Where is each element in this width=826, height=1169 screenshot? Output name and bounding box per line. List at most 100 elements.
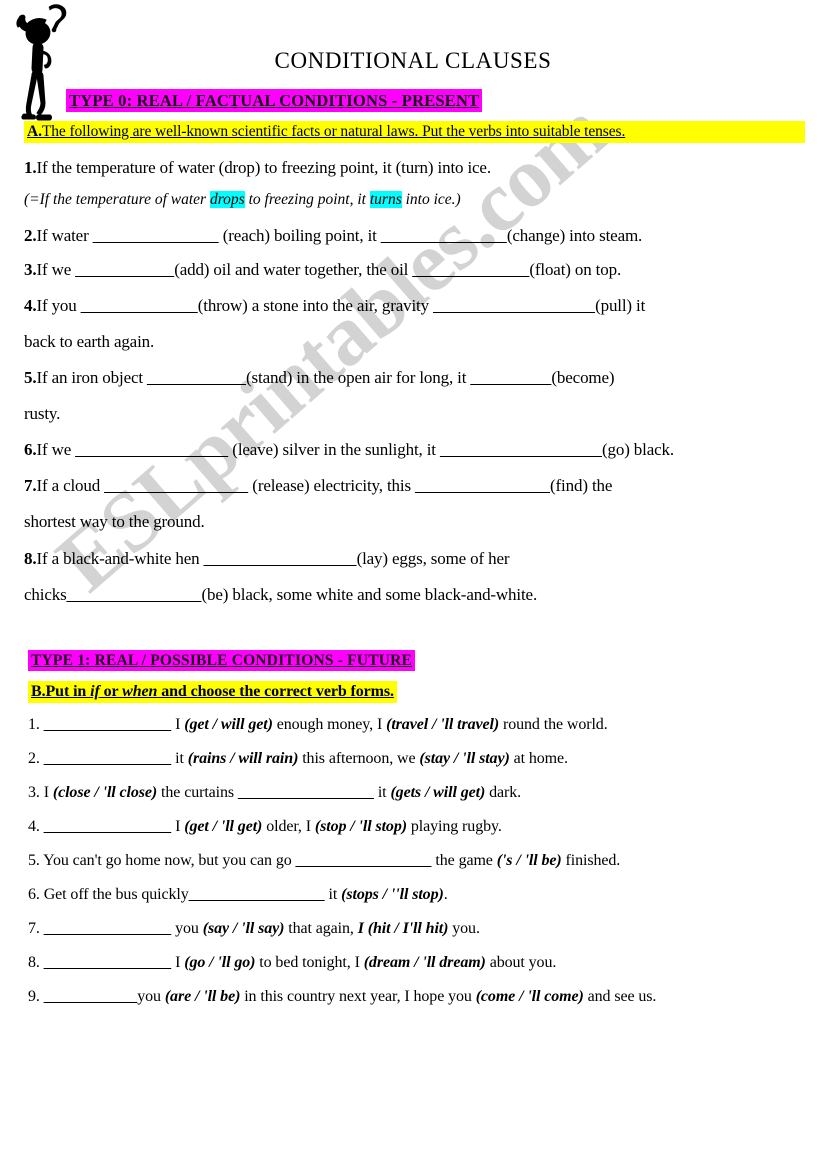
item-b-7-choice-1[interactable]: (say / 'll say) [203, 920, 285, 937]
item-a-5-blank-1[interactable]: ___________ [147, 368, 246, 387]
item-a-2-post: (change) into steam. [506, 226, 643, 245]
section-b-instruction-pre: Put in [45, 683, 91, 700]
item-b-4-blank[interactable]: _______________ [44, 818, 172, 835]
item-a-2-number: 2. [24, 226, 37, 245]
item-b-9: 9. ___________you (are / 'll be) in this… [28, 988, 656, 1006]
item-a-7-blank-1[interactable]: ________________ [104, 476, 248, 495]
item-b-7-blank[interactable]: _______________ [44, 920, 172, 937]
item-a-4-continuation: back to earth again. [24, 332, 155, 351]
item-b-2-post: at home. [509, 750, 568, 767]
section-b-instruction: B.Put in if or when and choose the corre… [28, 681, 397, 703]
item-a-7-blank-2[interactable]: _______________ [415, 476, 550, 495]
item-b-9-choice-2[interactable]: (come / 'll come) [476, 988, 584, 1005]
item-b-9-choice-1[interactable]: (are / 'll be) [165, 988, 241, 1005]
item-b-2-choice-2[interactable]: (stay / 'll stay) [419, 750, 509, 767]
item-b-1-mid: enough money, I [272, 716, 387, 733]
item-b-3-mid-2: it [373, 784, 391, 801]
item-b-5-mid-2: the game [431, 852, 497, 869]
item-b-1-choice-2[interactable]: (travel / 'll travel) [386, 716, 499, 733]
item-b-5-choice-2[interactable]: ('s / 'll be) [497, 852, 562, 869]
page-title: CONDITIONAL CLAUSES [274, 48, 552, 73]
item-a-1-text: If the temperature of water (drop) to fr… [36, 158, 491, 177]
item-a-2-blank-2[interactable]: ______________ [381, 226, 507, 245]
item-a-5-blank-2[interactable]: _________ [470, 368, 551, 387]
item-a-8-blank-1[interactable]: _________________ [204, 549, 357, 568]
item-a-5-post: (become) [551, 368, 615, 387]
item-a-7-pre: If a cloud [36, 476, 105, 495]
item-b-2-mid: this afternoon, we [298, 750, 420, 767]
item-a-4-post: (pull) it [595, 296, 646, 315]
item-a-6-post: (go) black. [601, 440, 674, 459]
item-a-6-blank-2[interactable]: __________________ [440, 440, 602, 459]
item-b-4-choice-1[interactable]: (get / 'll get) [184, 818, 262, 835]
item-a-3-blank-2[interactable]: _____________ [412, 260, 529, 279]
item-a-3-blank-1[interactable]: ___________ [75, 260, 174, 279]
item-b-3-choice-2[interactable]: (gets / will get) [390, 784, 485, 801]
item-b-1-choice-1[interactable]: (get / will get) [184, 716, 273, 733]
answer-middle: to freezing point, it [244, 191, 370, 208]
item-b-8-mid: to bed tonight, I [255, 954, 364, 971]
item-b-3-blank[interactable]: ________________ [238, 784, 374, 801]
item-b-3-choice-1[interactable]: (close / 'll close) [53, 784, 157, 801]
item-a-4-number: 4. [24, 296, 37, 315]
item-b-3-post: dark. [485, 784, 522, 801]
item-b-1-blank[interactable]: _______________ [44, 716, 172, 733]
item-a-3-number: 3. [24, 260, 37, 279]
item-a-6-blank-1[interactable]: _________________ [75, 440, 228, 459]
item-b-5: 5. You can't go home now, but you can go… [28, 852, 620, 870]
item-a-2: 2.If water ______________ (reach) boilin… [24, 226, 642, 246]
section-b-instruction-letter: B. [31, 683, 46, 700]
item-a-4-blank-1[interactable]: _____________ [81, 296, 198, 315]
item-b-8-post: about you. [485, 954, 557, 971]
worksheet-page: ESLprintables.com CONDITIONAL CLAUSES TY… [0, 0, 826, 1169]
item-b-4-choice-2[interactable]: (stop / 'll stop) [315, 818, 407, 835]
item-a-8-post: (lay) eggs, some of her [356, 549, 510, 568]
item-b-8-choice-1[interactable]: (go / 'll go) [184, 954, 255, 971]
item-a-6-pre: If we [36, 440, 76, 459]
item-a-8-continuation-post: (be) black, some white and some black-an… [201, 585, 538, 604]
item-b-2-blank[interactable]: _______________ [44, 750, 172, 767]
item-a-7: 7.If a cloud ________________ (release) … [24, 476, 612, 496]
item-b-5-pre: You can't go home now, but you can go [39, 852, 296, 869]
item-b-6-blank[interactable]: ________________ [189, 886, 325, 903]
item-a-4-pre: If you [36, 296, 81, 315]
item-a-1-number: 1. [24, 158, 37, 177]
item-b-9-blank[interactable]: ___________ [44, 988, 138, 1005]
item-b-8: 8. _______________ I (go / 'll go) to be… [28, 954, 556, 972]
item-a-8-pre: If a black-and-white hen [36, 549, 204, 568]
item-b-7-pre: you [171, 920, 203, 937]
item-a-2-blank-1[interactable]: ______________ [93, 226, 219, 245]
item-a-5: 5.If an iron object ___________(stand) i… [24, 368, 615, 388]
item-a-5-pre: If an iron object [36, 368, 148, 387]
item-b-8-blank[interactable]: _______________ [44, 954, 172, 971]
item-a-8-number: 8. [24, 549, 37, 568]
item-a-3-mid: (add) oil and water together, the oil [174, 260, 413, 279]
item-a-4-mid: (throw) a stone into the air, gravity [197, 296, 434, 315]
section-a-instruction: A.The following are well-known scientifi… [24, 121, 805, 143]
item-b-6-choice-2[interactable]: (stops / ''ll stop) [341, 886, 444, 903]
item-a-6-mid: (leave) silver in the sunlight, it [228, 440, 440, 459]
item-b-8-pre: I [171, 954, 185, 971]
item-b-5-blank[interactable]: ________________ [296, 852, 432, 869]
item-a-4-blank-2[interactable]: __________________ [433, 296, 595, 315]
item-a-3-pre: If we [36, 260, 76, 279]
item-b-2-pre: it [171, 750, 188, 767]
section-b-instruction-word-if: if [90, 683, 100, 700]
item-b-1-pre: I [171, 716, 185, 733]
item-b-7-number: 7. [28, 920, 40, 937]
item-b-3-number: 3. [28, 784, 40, 801]
item-b-7-choice-2[interactable]: I (hit / I'll hit) [358, 920, 449, 937]
item-b-3-mid: the curtains [157, 784, 238, 801]
item-b-2-choice-1[interactable]: (rains / will rain) [188, 750, 299, 767]
item-b-6: 6. Get off the bus quickly______________… [28, 886, 448, 904]
item-b-9-post: and see us. [583, 988, 657, 1005]
item-b-2: 2. _______________ it (rains / will rain… [28, 750, 568, 768]
item-b-4-mid: older, I [262, 818, 315, 835]
answer-prefix: (=If the temperature of water [24, 191, 210, 208]
item-b-8-choice-2[interactable]: (dream / 'll dream) [364, 954, 486, 971]
section-b-instruction-word-when: when [122, 683, 158, 700]
section-a-instruction-letter: A. [27, 123, 42, 140]
item-a-6-number: 6. [24, 440, 37, 459]
item-a-8-continuation-blank[interactable]: _______________ [67, 585, 202, 604]
item-a-5-mid: (stand) in the open air for long, it [246, 368, 471, 387]
